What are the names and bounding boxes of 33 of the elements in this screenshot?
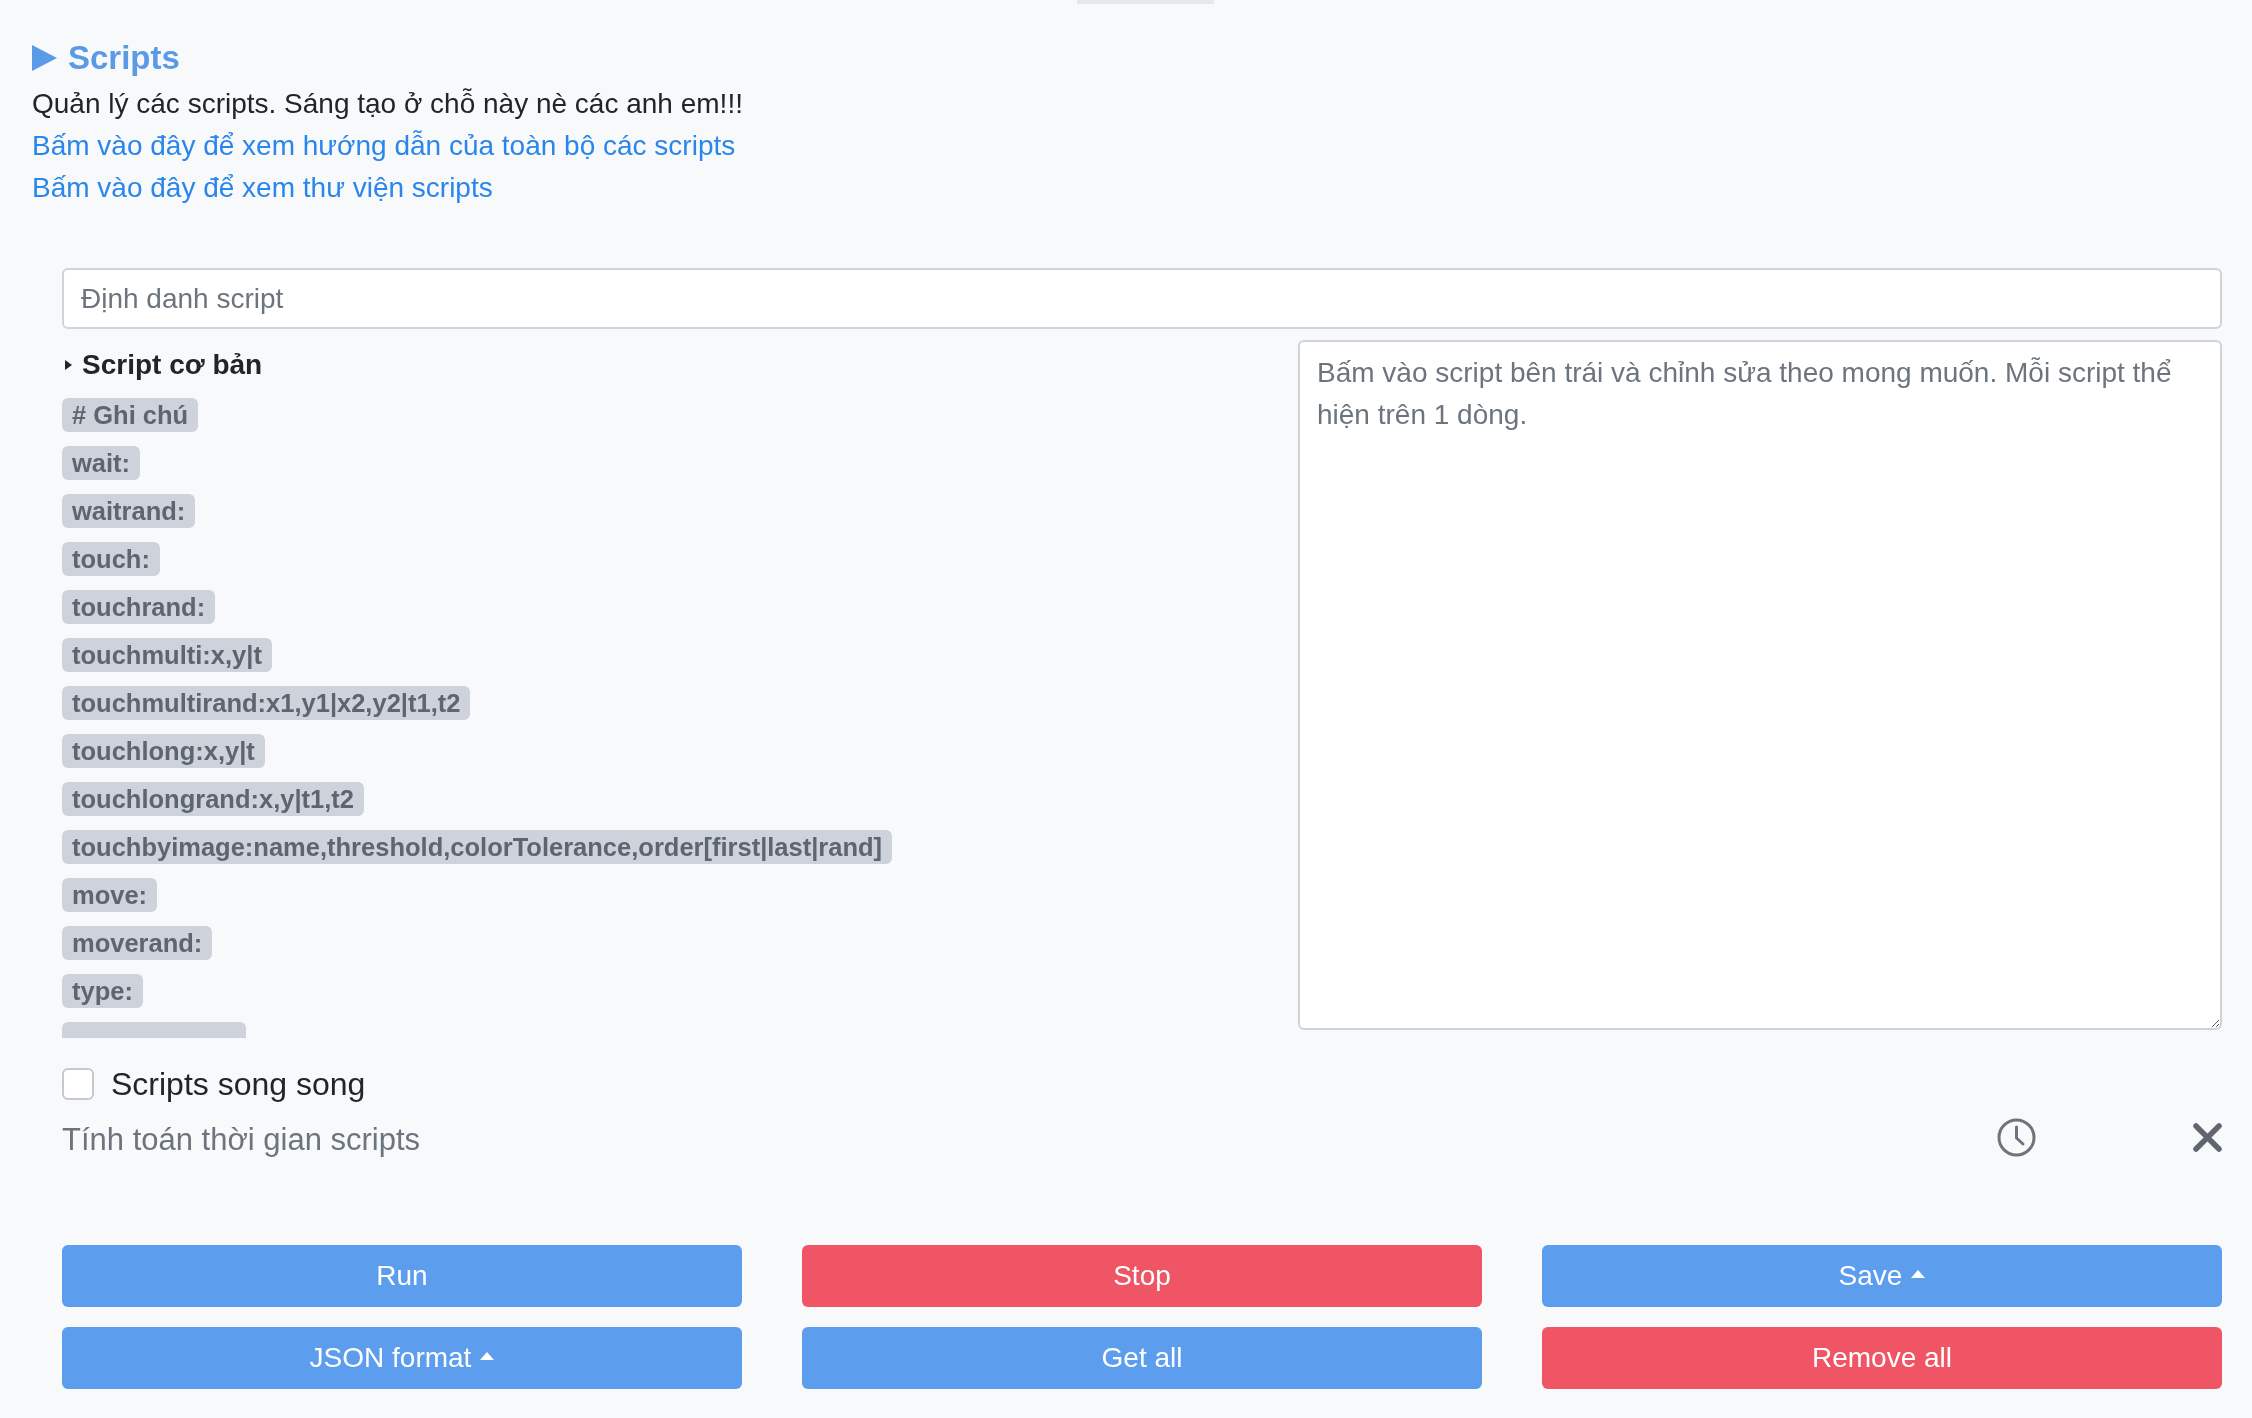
script-chip[interactable]: touchrand: [62, 590, 216, 624]
script-chip[interactable]: waitrand: [62, 494, 196, 528]
action-button[interactable]: Stop [802, 1245, 1482, 1307]
clock-icon[interactable] [1997, 1117, 2036, 1157]
script-chip[interactable]: move: [62, 878, 158, 912]
action-button[interactable]: Run [62, 1245, 742, 1307]
caret-icon [32, 45, 57, 71]
section-title: Scripts [68, 38, 180, 78]
script-chip[interactable]: touchmultirand:x1,y1|x2,y2|t1,t2 [62, 686, 471, 720]
action-button[interactable]: Remove all [1542, 1327, 2222, 1389]
help-link[interactable]: Bấm vào đây để xem hướng dẫn của toàn bộ các scripts [32, 125, 736, 167]
checkbox[interactable] [62, 1068, 94, 1100]
description-text: Quản lý các scripts. Sáng tạo ở chỗ này nè các anh em!!! [32, 87, 743, 121]
script-chip[interactable]: # Ghi chú [62, 398, 199, 432]
action-button[interactable]: JSON format [62, 1327, 742, 1389]
help-link[interactable]: Bấm vào đây để xem thư viện scripts [32, 167, 493, 209]
group-title: Script cơ bản [82, 348, 263, 382]
script-chip[interactable]: touchbyimage:name,threshold,colorTolerance,order[first|last|rand] [62, 830, 893, 864]
action-button[interactable]: Save [1542, 1245, 2222, 1307]
name-input[interactable]: Định danh script [62, 268, 2222, 329]
action-button[interactable]: Get all [802, 1327, 1482, 1389]
script-chip[interactable]: type: [62, 974, 143, 1008]
script-chip[interactable]: wait: [62, 446, 141, 480]
script-chip[interactable]: touchlongrand:x,y|t1,t2 [62, 782, 364, 816]
script-chip[interactable]: touchmulti:x,y|t [62, 638, 272, 672]
checkbox-label: Scripts song song [111, 1065, 366, 1104]
caret-icon [65, 360, 72, 370]
close-icon[interactable] [2193, 1122, 2222, 1152]
script-editor[interactable]: Bấm vào script bên trái và chỉnh sửa theo mong muốn. Mỗi script thể hiện trên 1 dòng. [1298, 340, 2222, 1030]
script-chip[interactable]: moverand: [62, 926, 213, 960]
timing-label: Tính toán thời gian scripts [62, 1121, 421, 1159]
script-chip[interactable]: touchlong:x,y|t [62, 734, 265, 768]
script-chip[interactable]: touch: [62, 542, 160, 576]
